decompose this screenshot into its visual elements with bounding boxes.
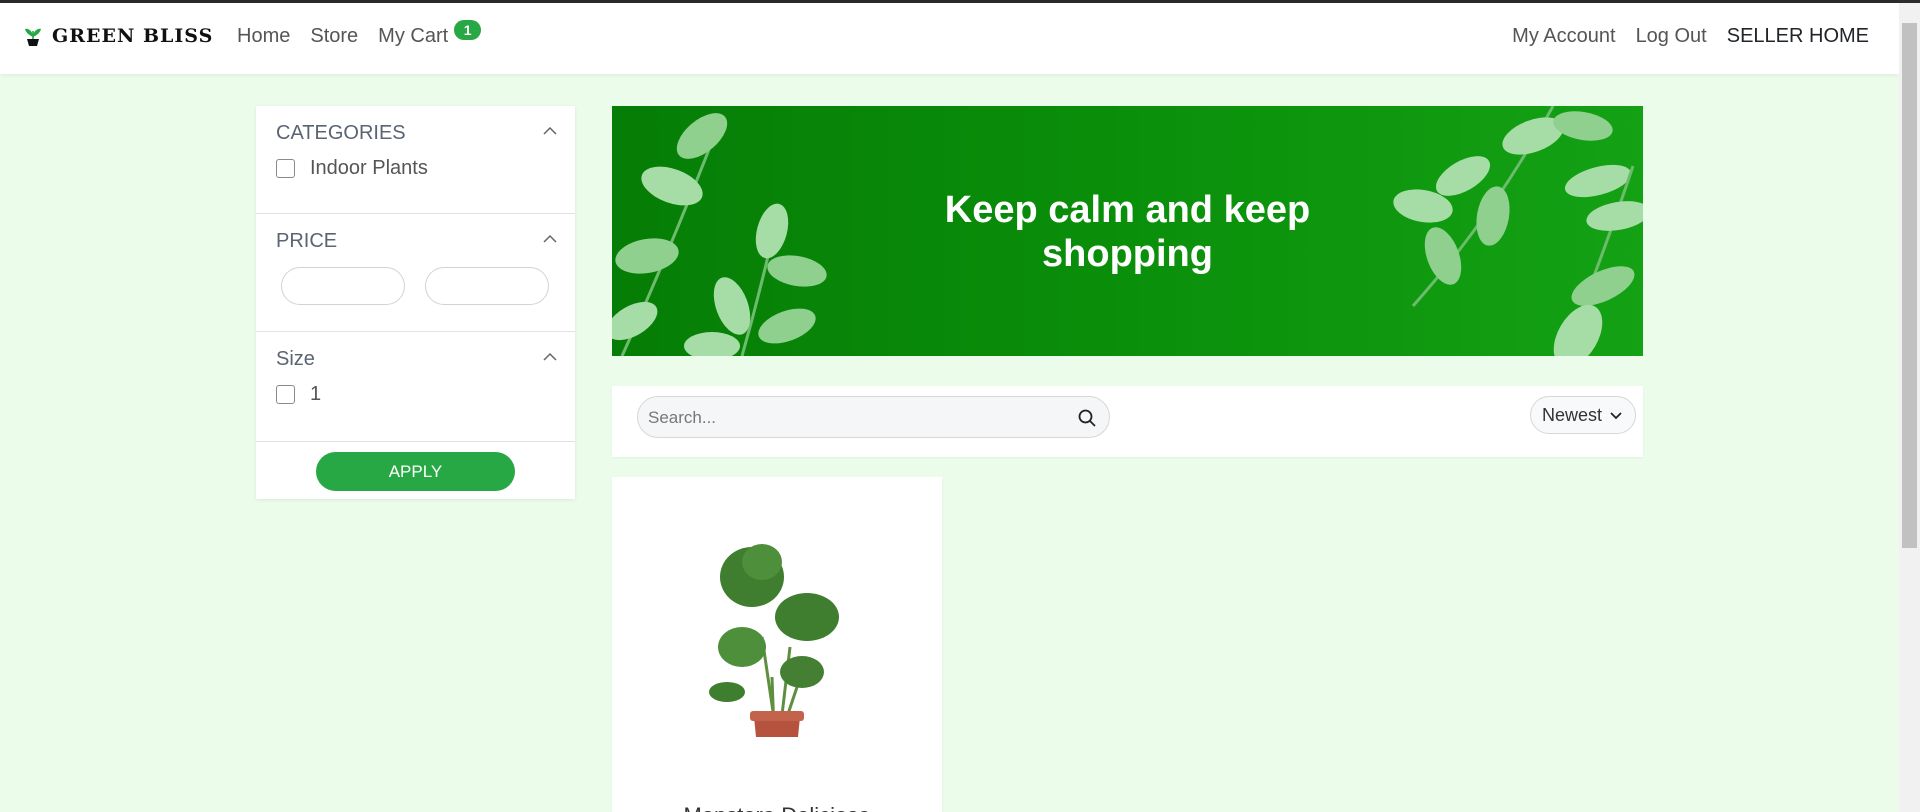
size-option-1[interactable]: 1 (276, 383, 555, 406)
main-nav: Home Store My Cart 1 (237, 20, 482, 48)
sort-selected-value: Newest (1542, 405, 1603, 425)
categories-filter: CATEGORIES Indoor Plants (256, 106, 575, 214)
nav-home-link[interactable]: Home (237, 25, 290, 48)
categories-title: CATEGORIES (276, 122, 406, 144)
product-image[interactable] (702, 537, 852, 737)
navbar: GREEN BLISS Home Store My Cart 1 My Acco… (0, 3, 1899, 74)
search-icon[interactable] (1077, 408, 1097, 428)
size-1-checkbox[interactable] (276, 385, 295, 404)
product-name[interactable]: Monstera Deliciosa (612, 803, 942, 812)
chevron-up-icon[interactable] (543, 350, 557, 364)
price-filter: PRICE (256, 214, 575, 332)
indoor-plants-checkbox[interactable] (276, 159, 295, 178)
indoor-plants-label: Indoor Plants (310, 157, 428, 179)
nav-logout-link[interactable]: Log Out (1636, 25, 1707, 48)
brand-name: GREEN BLISS (52, 25, 214, 47)
size-filter: Size 1 (256, 332, 575, 442)
price-range-inputs (276, 267, 555, 305)
page-scrollbar[interactable] (1899, 3, 1920, 812)
chevron-up-icon[interactable] (543, 232, 557, 246)
cart-count-badge: 1 (454, 20, 482, 40)
banner-line-2: shopping (1042, 233, 1213, 275)
brand-logo[interactable]: GREEN BLISS (24, 25, 213, 47)
chevron-down-icon (1610, 412, 1622, 420)
apply-filters-button[interactable]: APPLY (316, 452, 515, 491)
search-box[interactable] (637, 396, 1110, 438)
search-input[interactable] (648, 405, 1048, 431)
account-nav: My Account Log Out SELLER HOME (1492, 25, 1869, 48)
nav-cart-label: My Cart (378, 25, 449, 47)
chevron-up-icon[interactable] (543, 124, 557, 138)
size-title: Size (276, 348, 315, 370)
store-toolbar: Newest (612, 386, 1643, 457)
nav-store-link[interactable]: Store (310, 25, 358, 48)
plant-pot-icon (25, 28, 41, 46)
banner-headline: Keep calm and keep shopping (612, 188, 1643, 276)
scrollbar-thumb[interactable] (1902, 23, 1917, 548)
price-max-input[interactable] (425, 267, 549, 305)
nav-my-account-link[interactable]: My Account (1512, 25, 1615, 48)
promo-banner: Keep calm and keep shopping (612, 106, 1643, 356)
nav-cart-link[interactable]: My Cart 1 (378, 20, 482, 48)
price-min-input[interactable] (281, 267, 405, 305)
price-title: PRICE (276, 230, 338, 252)
filter-sidebar: CATEGORIES Indoor Plants PRICE Size 1 AP… (256, 106, 575, 499)
apply-section: APPLY (256, 442, 575, 501)
banner-line-1: Keep calm and keep (944, 189, 1311, 231)
size-1-label: 1 (310, 383, 322, 405)
category-option-indoor-plants[interactable]: Indoor Plants (276, 157, 555, 180)
sort-dropdown[interactable]: Newest (1530, 396, 1636, 434)
nav-seller-home-link[interactable]: SELLER HOME (1727, 25, 1869, 48)
product-card[interactable]: Monstera Deliciosa (612, 477, 942, 812)
